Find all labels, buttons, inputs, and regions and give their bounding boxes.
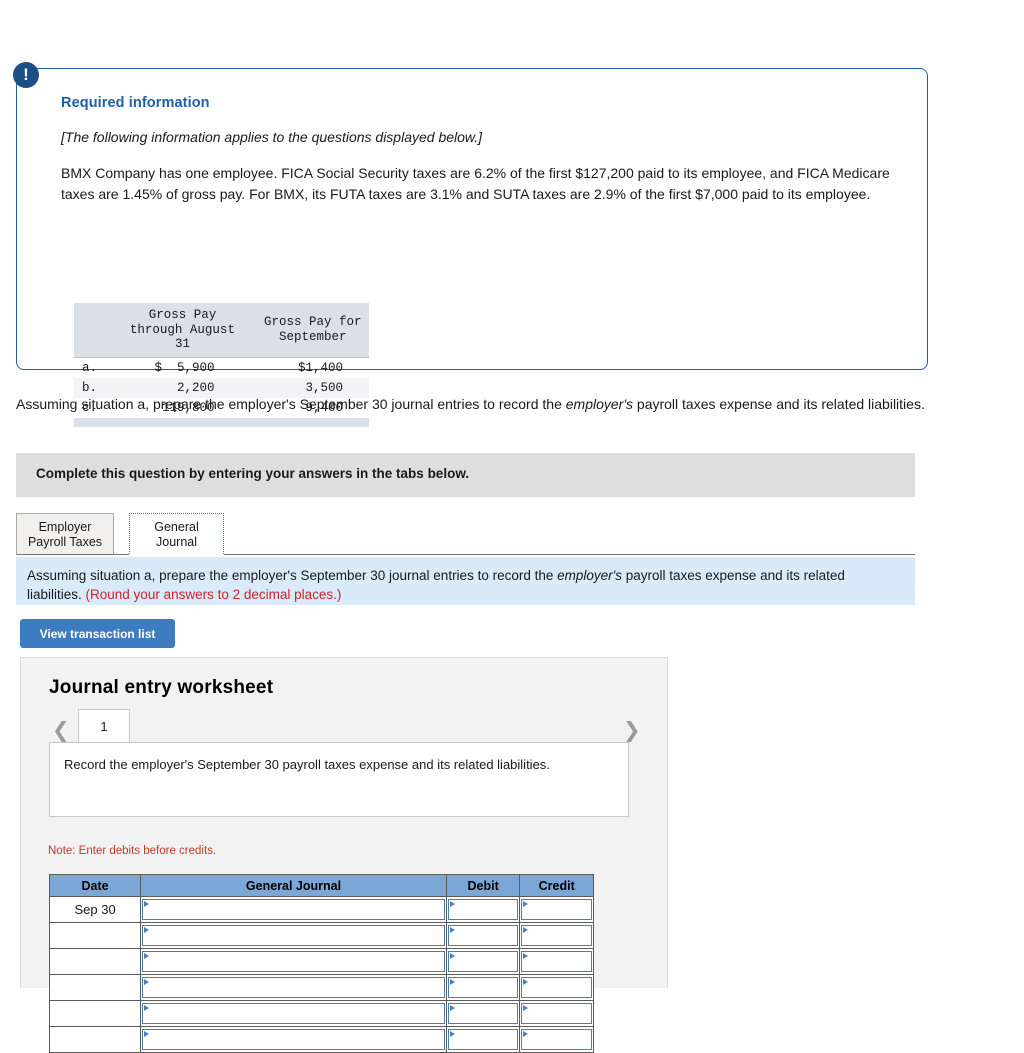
- gross-pay-header-september: Gross Pay for September: [256, 303, 369, 357]
- journal-date-cell[interactable]: [48, 948, 142, 975]
- journal-credit-cell[interactable]: [519, 896, 594, 923]
- worksheet-description: Record the employer's September 30 payro…: [49, 742, 629, 817]
- journal-debit-cell[interactable]: [445, 1000, 521, 1027]
- tab-employer-payroll-taxes[interactable]: Employer Payroll Taxes: [16, 513, 114, 555]
- table-row: [48, 1000, 594, 1027]
- journal-credit-input[interactable]: [521, 925, 592, 946]
- tab-label-line2: Journal: [156, 535, 197, 549]
- table-row: [48, 922, 594, 949]
- gross-pay-header-row: Gross Pay through August 31 Gross Pay fo…: [74, 303, 369, 357]
- worksheet-title: Journal entry worksheet: [49, 677, 274, 698]
- journal-credit-cell[interactable]: [519, 1026, 594, 1053]
- table-row: [48, 1026, 594, 1053]
- table-row: [48, 948, 594, 975]
- chevron-left-icon[interactable]: ❮: [52, 720, 70, 741]
- journal-account-input[interactable]: [142, 1029, 445, 1050]
- journal-date-cell[interactable]: [48, 1026, 142, 1053]
- journal-entry-table: Date General Journal Debit Credit Sep 30: [48, 874, 594, 1053]
- gp-h1-line3: 31: [174, 337, 190, 351]
- tab-instruction-panel: Assuming situation a, prepare the employ…: [16, 557, 915, 605]
- answer-tabs: Employer Payroll Taxes General Journal: [16, 513, 915, 556]
- journal-credit-input[interactable]: [521, 951, 592, 972]
- journal-debit-input[interactable]: [447, 1003, 519, 1024]
- instruction-part1: Assuming situation a, prepare the employ…: [27, 568, 558, 583]
- tab-general-journal[interactable]: General Journal: [129, 513, 224, 556]
- journal-account-cell[interactable]: [140, 1026, 447, 1053]
- table-row: a. $ 5,900 $1,400: [74, 356, 369, 378]
- gross-pay-header-through-august: Gross Pay through August 31: [108, 303, 257, 357]
- journal-credit-input[interactable]: [521, 899, 592, 920]
- tab-active-gap: [129, 554, 224, 556]
- journal-credit-cell[interactable]: [519, 948, 594, 975]
- required-information-body: BMX Company has one employee. FICA Socia…: [61, 165, 890, 202]
- journal-date-cell[interactable]: [48, 1000, 142, 1027]
- journal-debit-input[interactable]: [447, 1029, 519, 1050]
- journal-debit-input[interactable]: [447, 925, 519, 946]
- tab-label-line1: General: [154, 520, 199, 534]
- journal-debit-cell[interactable]: [445, 896, 521, 923]
- journal-header-row: Date General Journal Debit Credit: [48, 874, 594, 897]
- question-part1: Assuming situation a, prepare the employ…: [16, 396, 566, 412]
- gp-h2-line1: Gross Pay for: [263, 315, 362, 330]
- journal-credit-cell[interactable]: [519, 922, 594, 949]
- journal-account-cell[interactable]: [140, 922, 447, 949]
- journal-col-date: Date: [48, 874, 142, 897]
- journal-account-input[interactable]: [142, 1003, 445, 1024]
- required-information-title: Required information: [61, 95, 210, 111]
- journal-debit-input[interactable]: [447, 899, 519, 920]
- tab-label-line1: Employer: [38, 520, 92, 534]
- journal-account-input[interactable]: [142, 925, 445, 946]
- gp-foot-cell: [74, 417, 109, 427]
- required-information-card: Required information [The following info…: [16, 68, 928, 427]
- chevron-right-icon[interactable]: ❯: [623, 720, 641, 741]
- tab-label-line2: Payroll Taxes: [27, 535, 103, 549]
- journal-date-cell[interactable]: Sep 30: [48, 896, 142, 923]
- complete-question-label: Complete this question by entering your …: [36, 466, 470, 481]
- journal-col-general-journal: General Journal: [140, 874, 447, 897]
- table-row: Sep 30: [48, 896, 594, 923]
- question-prompt: Assuming situation a, prepare the employ…: [16, 394, 926, 415]
- journal-debit-cell[interactable]: [445, 948, 521, 975]
- alert-icon: !: [13, 62, 39, 88]
- gp-h1-line2: through August: [129, 322, 235, 337]
- journal-account-cell[interactable]: [140, 948, 447, 975]
- journal-entry-worksheet: Journal entry worksheet ❮ ❯ 1 Record the…: [20, 657, 668, 1053]
- journal-debit-input[interactable]: [447, 951, 519, 972]
- journal-account-input[interactable]: [142, 951, 445, 972]
- journal-date-cell[interactable]: [48, 922, 142, 949]
- journal-credit-input[interactable]: [521, 1029, 592, 1050]
- journal-credit-input[interactable]: [521, 1003, 592, 1024]
- required-information-note: [The following information applies to th…: [61, 129, 483, 145]
- gross-pay-table-footer: [74, 417, 369, 427]
- gross-pay-row-september: $1,400: [256, 356, 369, 378]
- worksheet-page-tab-1[interactable]: 1: [78, 709, 130, 742]
- journal-col-credit: Credit: [519, 874, 594, 897]
- instruction-emphasis: employer's: [557, 568, 622, 583]
- question-part2: payroll taxes expense and its related li…: [633, 396, 925, 412]
- journal-account-cell[interactable]: [140, 896, 447, 923]
- view-transaction-list-button[interactable]: View transaction list: [20, 619, 175, 648]
- rounding-note: (Round your answers to 2 decimal places.…: [85, 587, 342, 602]
- journal-account-cell[interactable]: [140, 1000, 447, 1027]
- gross-pay-row-through-august: $ 5,900: [108, 356, 257, 378]
- gp-foot-cell: [256, 417, 369, 427]
- gross-pay-row-label: a.: [74, 356, 109, 378]
- journal-debit-cell[interactable]: [445, 1026, 521, 1053]
- journal-credit-cell[interactable]: [519, 1000, 594, 1027]
- question-emphasis: employer's: [565, 396, 634, 412]
- gross-pay-header-blank: [74, 303, 109, 357]
- complete-question-bar: Complete this question by entering your …: [16, 453, 915, 497]
- journal-account-input[interactable]: [142, 899, 445, 920]
- gp-h2-line2: September: [278, 329, 347, 344]
- gp-foot-cell: [108, 417, 257, 427]
- gp-h1-line1: Gross Pay: [148, 308, 217, 322]
- journal-debit-cell[interactable]: [445, 922, 521, 949]
- debits-before-credits-note: Note: Enter debits before credits.: [48, 845, 217, 857]
- journal-col-debit: Debit: [445, 874, 521, 897]
